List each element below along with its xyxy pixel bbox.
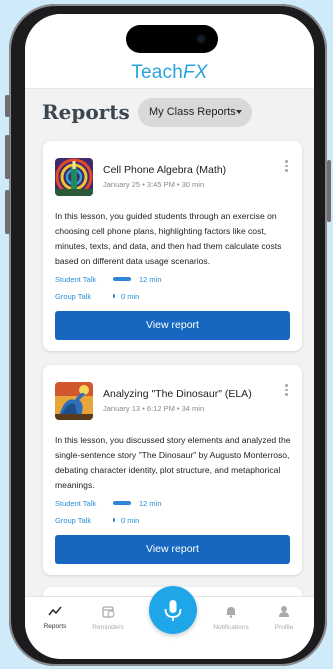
student-talk-label: Student Talk <box>55 275 97 284</box>
nav-reports[interactable]: Reports <box>29 605 81 630</box>
group-talk-bar <box>113 294 115 298</box>
student-talk-value: 12 min <box>139 275 162 284</box>
lesson-thumbnail <box>55 382 93 420</box>
class-filter-dropdown[interactable]: My Class Reports <box>138 98 252 127</box>
nav-notifications-label: Notifications <box>213 624 249 631</box>
student-talk-label: Student Talk <box>55 499 97 508</box>
caret-down-icon <box>236 110 242 114</box>
report-description: In this lesson, you guided students thro… <box>55 211 282 266</box>
report-meta: January 13 • 6:12 PM • 34 min <box>103 404 205 413</box>
nav-profile[interactable]: Profile <box>258 605 310 631</box>
report-title: Cell Phone Algebra (Math) <box>103 164 227 176</box>
class-filter-label: My Class Reports <box>149 106 236 118</box>
dynamic-island <box>126 25 218 53</box>
report-description: In this lesson, you discussed story elem… <box>55 435 291 490</box>
group-talk-label: Group Talk <box>55 516 92 525</box>
view-report-button[interactable]: View report <box>55 311 290 340</box>
record-button[interactable] <box>149 586 197 634</box>
nav-reminders[interactable]: Reminders <box>82 605 134 631</box>
report-title: Analyzing "The Dinosaur" (ELA) <box>103 388 252 400</box>
nav-reminders-label: Reminders <box>92 624 124 631</box>
nav-profile-label: Profile <box>274 624 294 631</box>
nav-reports-label: Reports <box>43 623 67 630</box>
mute-switch <box>5 95 10 117</box>
app-logo: TeachFX <box>131 62 208 83</box>
more-options-icon[interactable] <box>285 160 288 174</box>
student-talk-value: 12 min <box>139 499 162 508</box>
power-button <box>327 160 331 222</box>
microphone-icon <box>164 600 182 621</box>
page-title: Reports <box>42 100 130 124</box>
more-options-icon[interactable] <box>285 384 288 398</box>
view-report-button[interactable]: View report <box>55 535 290 564</box>
app-screen: TeachFX Reports My Class Reports Cell Ph… <box>25 14 314 659</box>
nav-notifications[interactable]: Notifications <box>205 605 257 631</box>
group-talk-value: 0 min <box>121 516 140 525</box>
student-talk-bar <box>113 501 131 505</box>
group-talk-bar <box>113 518 115 522</box>
volume-down-button <box>5 190 10 234</box>
group-talk-label: Group Talk <box>55 292 92 301</box>
student-talk-bar <box>113 277 131 281</box>
calendar-clock-icon <box>101 606 115 618</box>
volume-up-button <box>5 135 10 179</box>
camera-dot <box>196 34 206 44</box>
bell-icon <box>226 607 236 618</box>
lesson-thumbnail <box>55 158 93 196</box>
report-meta: January 25 • 3:45 PM • 30 min <box>103 180 205 189</box>
report-card: Analyzing "The Dinosaur" (ELA) January 1… <box>43 365 302 575</box>
group-talk-value: 0 min <box>121 292 140 301</box>
chart-line-icon <box>48 606 62 616</box>
report-card: Cell Phone Algebra (Math) January 25 • 3… <box>43 141 302 351</box>
person-icon <box>279 606 289 617</box>
